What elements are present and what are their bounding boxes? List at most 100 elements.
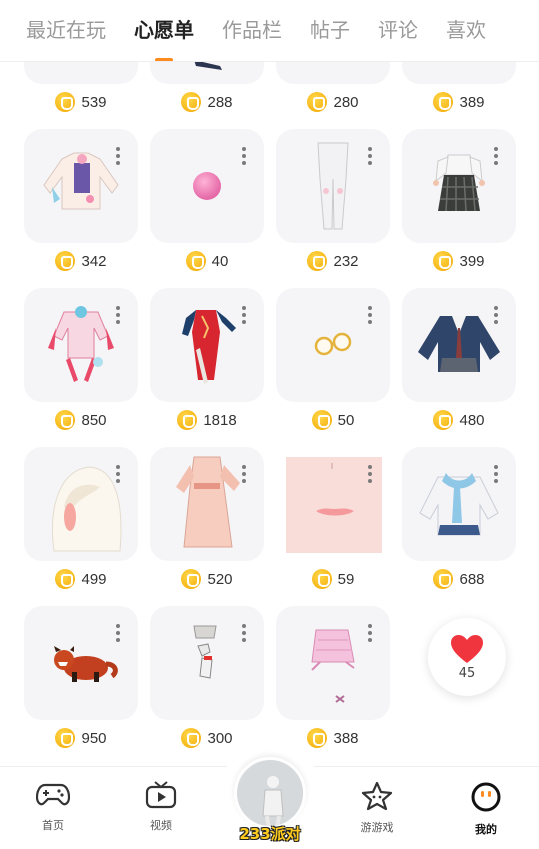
more-options-icon[interactable] <box>242 306 246 324</box>
item-thumbnail[interactable] <box>24 129 138 243</box>
more-options-icon[interactable] <box>494 147 498 165</box>
nav-me[interactable]: 我的 <box>446 781 526 837</box>
more-options-icon[interactable] <box>242 465 246 483</box>
wishlist-item[interactable]: 850 <box>24 288 138 435</box>
pink-outfit-icon <box>48 306 114 382</box>
item-thumbnail[interactable] <box>276 129 390 243</box>
tab-comments[interactable]: 评论 <box>364 0 432 61</box>
tab-works[interactable]: 作品栏 <box>208 0 296 61</box>
coin-icon <box>55 569 76 589</box>
item-price: 480 <box>402 405 516 435</box>
item-thumbnail[interactable] <box>402 447 516 561</box>
coin-icon <box>181 569 202 589</box>
coin-icon <box>311 410 332 430</box>
white-leggings-icon <box>317 142 349 230</box>
wishlist-item[interactable]: 688 <box>402 447 516 594</box>
item-price: 389 <box>402 87 516 117</box>
item-thumbnail[interactable] <box>276 288 390 402</box>
item-price: 300 <box>150 723 264 753</box>
item-price: 399 <box>402 246 516 276</box>
wishlist-item[interactable]: 1818 <box>150 288 264 435</box>
more-options-icon[interactable] <box>494 306 498 324</box>
more-options-icon[interactable] <box>368 147 372 165</box>
coin-icon <box>433 92 454 112</box>
wishlist-item[interactable]: 40 <box>150 129 264 276</box>
item-price: 388 <box>276 723 390 753</box>
item-price: 50 <box>276 405 390 435</box>
bottom-navigation: 首页 视频 233派对 游游戏 我的 <box>0 745 539 849</box>
item-price: 232 <box>276 246 390 276</box>
wishlist-item[interactable]: 59 <box>276 447 390 594</box>
wishlist-item[interactable]: 520 <box>150 447 264 594</box>
coin-icon <box>433 251 454 271</box>
item-price: 539 <box>24 87 138 117</box>
blue-jacket-icon <box>419 473 499 536</box>
tv-icon <box>145 781 177 809</box>
more-options-icon[interactable] <box>368 306 372 324</box>
star-icon <box>361 781 393 811</box>
more-options-icon[interactable] <box>242 147 246 165</box>
item-thumbnail[interactable] <box>150 606 264 720</box>
avatar-icon <box>237 760 303 826</box>
item-thumbnail[interactable] <box>276 606 390 720</box>
coin-icon <box>181 92 202 112</box>
wishlist-item[interactable]: 342 <box>24 129 138 276</box>
likes-button[interactable]: 45 <box>428 618 506 696</box>
likes-count: 45 <box>458 665 476 681</box>
item-price: 280 <box>276 87 390 117</box>
item-thumbnail[interactable] <box>276 447 390 561</box>
item-thumbnail[interactable] <box>150 447 264 561</box>
wishlist-item[interactable]: 388 <box>276 606 390 753</box>
item-price: 1818 <box>150 405 264 435</box>
smile-icon <box>471 782 501 812</box>
item-thumbnail[interactable] <box>402 129 516 243</box>
item-thumbnail[interactable] <box>24 288 138 402</box>
coin-icon <box>55 410 76 430</box>
gamepad-icon <box>35 783 71 806</box>
wishlist-item[interactable]: 499 <box>24 447 138 594</box>
wishlist-item[interactable]: 300 <box>150 606 264 753</box>
more-options-icon[interactable] <box>368 624 372 642</box>
red-qipao-icon <box>182 310 236 384</box>
wishlist-item[interactable]: 232 <box>276 129 390 276</box>
nav-games[interactable]: 游游戏 <box>337 781 417 835</box>
tab-active-indicator <box>155 57 173 61</box>
navy-uniform-icon <box>418 316 500 372</box>
more-options-icon[interactable] <box>116 147 120 165</box>
item-price: 288 <box>150 87 264 117</box>
item-price: 520 <box>150 564 264 594</box>
tab-recently-played[interactable]: 最近在玩 <box>0 0 120 61</box>
more-options-icon[interactable] <box>116 624 120 642</box>
item-thumbnail[interactable] <box>150 288 264 402</box>
item-price: 688 <box>402 564 516 594</box>
more-options-icon[interactable] <box>368 465 372 483</box>
more-options-icon[interactable] <box>242 624 246 642</box>
item-thumbnail[interactable] <box>402 288 516 402</box>
coin-icon <box>433 410 454 430</box>
item-price: 342 <box>24 246 138 276</box>
item-price: 950 <box>24 723 138 753</box>
profile-tabbar: 最近在玩 心愿单 作品栏 帖子 评论 喜欢 <box>0 0 539 62</box>
item-thumbnail[interactable] <box>24 606 138 720</box>
more-options-icon[interactable] <box>116 465 120 483</box>
item-price: 499 <box>24 564 138 594</box>
coin-icon <box>307 251 328 271</box>
pastel-jacket-icon <box>43 152 119 210</box>
wishlist-item[interactable]: 480 <box>402 288 516 435</box>
wishlist-item[interactable]: 399 <box>402 129 516 276</box>
tab-likes[interactable]: 喜欢 <box>432 0 500 61</box>
tab-posts[interactable]: 帖子 <box>296 0 364 61</box>
pink-ball-icon <box>193 172 221 200</box>
item-thumbnail[interactable] <box>24 447 138 561</box>
nav-video[interactable]: 视频 <box>121 781 201 833</box>
pink-skirt-icon <box>311 629 355 703</box>
party-center-button[interactable] <box>234 757 306 829</box>
item-thumbnail[interactable] <box>150 129 264 243</box>
tab-wishlist[interactable]: 心愿单 <box>120 0 208 61</box>
wishlist-item[interactable]: 50 <box>276 288 390 435</box>
nav-home[interactable]: 首页 <box>13 781 93 833</box>
more-options-icon[interactable] <box>494 465 498 483</box>
coin-icon <box>433 569 454 589</box>
more-options-icon[interactable] <box>116 306 120 324</box>
wishlist-item[interactable]: 950 <box>24 606 138 753</box>
